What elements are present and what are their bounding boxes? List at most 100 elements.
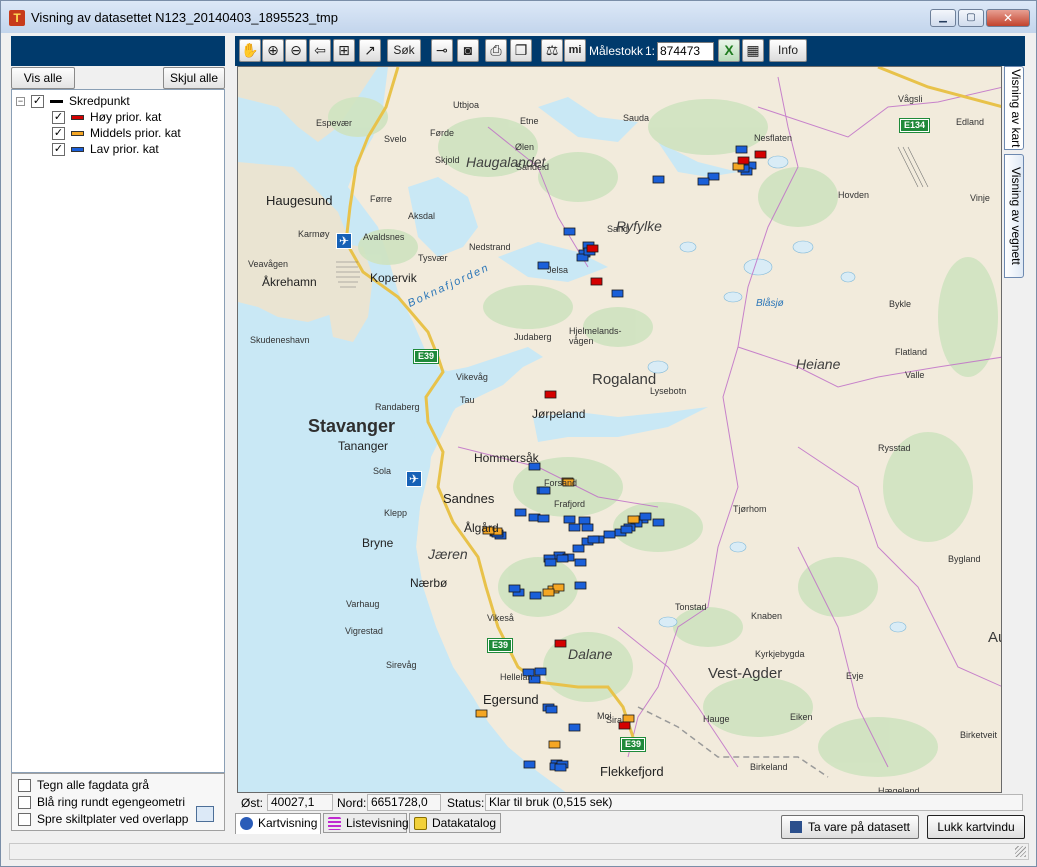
skredpunkt-marker-medium-5[interactable] [552, 583, 565, 592]
skredpunkt-marker-low-55[interactable] [587, 535, 600, 544]
map-label-10: Sandnes [443, 491, 495, 506]
skredpunkt-marker-medium-10[interactable] [627, 515, 640, 524]
excel-icon[interactable]: X [718, 39, 740, 62]
medium-priority-checkbox[interactable]: ✓ [52, 126, 65, 140]
skredpunkt-marker-low-49[interactable] [639, 512, 652, 521]
skredpunkt-marker-low-56[interactable] [556, 554, 569, 563]
skredpunkt-marker-low-54[interactable] [554, 763, 567, 772]
option-blue-ring-checkbox[interactable] [18, 795, 31, 809]
tab-map-view[interactable]: Visning av kart [1004, 66, 1024, 150]
airport-icon-haugesund: ✈ [336, 233, 352, 249]
map-label-73: Evje [846, 671, 864, 681]
close-button[interactable]: ✕ [986, 9, 1030, 27]
mi-icon[interactable]: mi [564, 39, 586, 62]
skredpunkt-checkbox[interactable]: ✓ [31, 94, 44, 108]
skredpunkt-marker-low-43[interactable] [545, 705, 558, 714]
skredpunkt-marker-low-34[interactable] [574, 558, 587, 567]
skredpunkt-marker-low-26[interactable] [603, 530, 616, 539]
skredpunkt-marker-low-39[interactable] [574, 581, 587, 590]
skredpunkt-marker-low-50[interactable] [620, 525, 633, 534]
measure-icon[interactable]: ↗ [359, 39, 381, 62]
skredpunkt-marker-low-44[interactable] [568, 723, 581, 732]
map-label-59: Valle [905, 370, 925, 380]
skredpunkt-marker-high-0[interactable] [754, 150, 767, 159]
option-blue-ring[interactable]: Blå ring rundt egengeometri [18, 794, 185, 810]
map-label-27: Ølen [515, 142, 535, 152]
skredpunkt-marker-low-29[interactable] [572, 544, 585, 553]
search-button[interactable]: Søk [387, 39, 421, 62]
collapse-icon[interactable]: − [16, 96, 25, 106]
print-icon[interactable]: ⎙ [485, 39, 507, 62]
map-label-33: Edland [956, 117, 985, 127]
tab-listevisning[interactable]: Listevisning [323, 813, 409, 833]
skredpunkt-marker-high-2[interactable] [586, 244, 599, 253]
minimize-button[interactable]: ▁ [930, 9, 956, 27]
skredpunkt-marker-low-5[interactable] [697, 177, 710, 186]
skredpunkt-marker-low-12[interactable] [611, 289, 624, 298]
skredpunkt-marker-low-18[interactable] [563, 515, 576, 524]
option-grey-label: Tegn alle fagdata grå [37, 778, 150, 792]
close-map-window-button[interactable]: Lukk kartvindu [927, 815, 1025, 839]
copy-map-icon[interactable]: ❐ [510, 39, 532, 62]
skredpunkt-marker-low-6[interactable] [652, 175, 665, 184]
scale-tool-icon[interactable]: ⚖ [541, 39, 563, 62]
tab-datakatalog[interactable]: Datakatalog [409, 813, 501, 833]
show-all-button[interactable]: Vis alle [11, 67, 75, 89]
skredpunkt-marker-low-19[interactable] [578, 516, 591, 525]
tab-kartvisning[interactable]: Kartvisning [235, 813, 321, 834]
option-spread[interactable]: Spre skiltplater ved overlapp [18, 811, 188, 827]
full-extent-icon[interactable]: ⊞ [333, 39, 355, 62]
save-dataset-button[interactable]: Ta vare på datasett [781, 815, 919, 839]
tab-road-network-view[interactable]: Visning av vegnett [1004, 154, 1024, 278]
skredpunkt-marker-low-45[interactable] [523, 760, 536, 769]
skredpunkt-marker-low-52[interactable] [534, 667, 547, 676]
route-icon[interactable]: ⊸ [431, 39, 453, 62]
skredpunkt-marker-medium-8[interactable] [548, 740, 561, 749]
pan-hand-icon[interactable]: ✋ [239, 39, 261, 62]
map-label-69: Kyrkjebygda [755, 649, 805, 659]
skredpunkt-marker-low-20[interactable] [568, 523, 581, 532]
zoom-in-icon[interactable]: ⊕ [262, 39, 284, 62]
info-button[interactable]: Info [769, 39, 807, 62]
skredpunkt-marker-low-17[interactable] [537, 514, 550, 523]
skredpunkt-marker-low-38[interactable] [529, 591, 542, 600]
skredpunkt-marker-low-48[interactable] [652, 518, 665, 527]
skredpunkt-marker-low-0[interactable] [735, 145, 748, 154]
skredpunkt-marker-high-4[interactable] [590, 277, 603, 286]
back-arrow-icon[interactable]: ⇦ [309, 39, 331, 62]
skredpunkt-marker-low-33[interactable] [544, 558, 557, 567]
low-priority-checkbox[interactable]: ✓ [52, 142, 65, 156]
skredpunkt-marker-medium-9[interactable] [475, 709, 488, 718]
maximize-button[interactable]: ▢ [958, 9, 984, 27]
map-label-34: Vågsli [898, 94, 923, 104]
tab-kartvisning-label: Kartvisning [258, 816, 318, 830]
skredpunkt-marker-low-51[interactable] [508, 584, 521, 593]
skredpunkt-marker-high-1[interactable] [737, 156, 750, 165]
map-toolbar: ✋ ⊕ ⊖ ⇦ ⊞ ↗ Søk ⊸ ◙ ⎙ ❐ ⚖ mi Målestokk 1… [235, 36, 1025, 66]
option-grey-checkbox[interactable] [18, 778, 31, 792]
camera-icon[interactable]: ◙ [457, 39, 479, 62]
skredpunkt-marker-medium-7[interactable] [622, 714, 635, 723]
high-priority-checkbox[interactable]: ✓ [52, 110, 65, 124]
map-label-62: Varhaug [346, 599, 380, 609]
map-label-41: Veavågen [248, 259, 289, 269]
skredpunkt-marker-high-5[interactable] [554, 639, 567, 648]
map-label-11: Egersund [483, 692, 539, 707]
hide-all-button[interactable]: Skjul alle [163, 67, 225, 89]
skredpunkt-marker-low-4[interactable] [707, 172, 720, 181]
option-grey[interactable]: Tegn alle fagdata grå [18, 777, 149, 793]
copy-icon[interactable] [196, 806, 214, 822]
map-canvas[interactable]: Haugalandet Ryfylke Rogaland Heiane Vest-Agd… [237, 66, 1002, 793]
skredpunkt-marker-medium-6[interactable] [542, 588, 555, 597]
scale-input[interactable]: 874473 [657, 42, 714, 61]
zoom-out-icon[interactable]: ⊖ [285, 39, 307, 62]
skredpunkt-marker-low-15[interactable] [514, 508, 527, 517]
skredpunkt-marker-low-7[interactable] [563, 227, 576, 236]
option-spread-checkbox[interactable] [18, 812, 31, 826]
map-label-53: Frafjord [554, 499, 586, 509]
resize-grip-icon[interactable] [1015, 846, 1026, 857]
skredpunkt-marker-low-21[interactable] [581, 523, 594, 532]
map-label-17: Hommersåk [474, 451, 539, 465]
table-icon[interactable]: ▦ [742, 39, 764, 62]
skredpunkt-marker-high-3[interactable] [544, 390, 557, 399]
